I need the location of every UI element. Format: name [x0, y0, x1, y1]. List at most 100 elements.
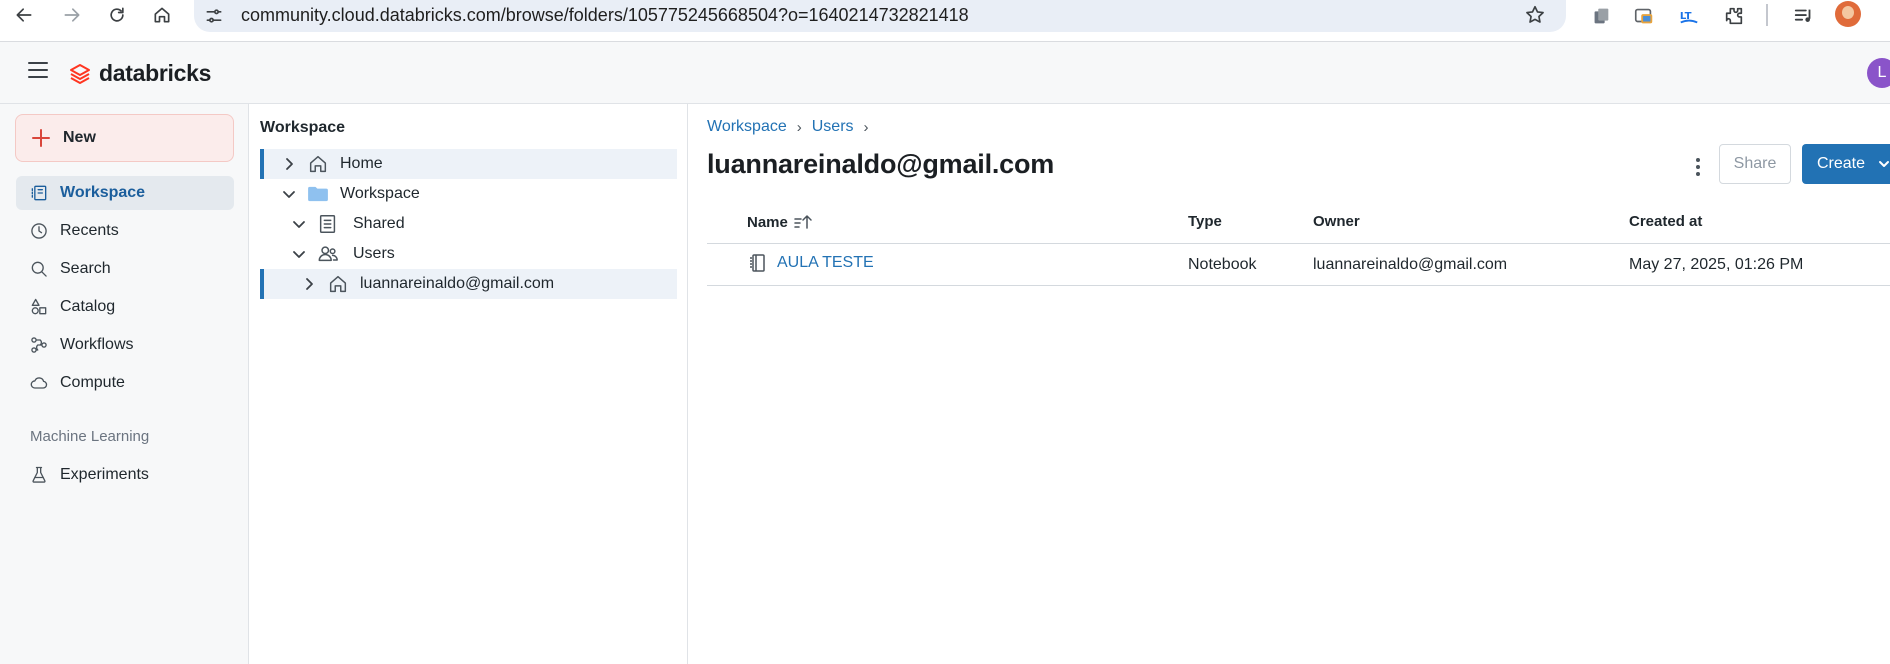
brand-name: databricks [99, 60, 212, 86]
url-text[interactable]: community.cloud.databricks.com/browse/fo… [241, 5, 969, 25]
sidebar-item-label: Workspace [60, 184, 146, 201]
databricks-logo[interactable]: databricks [68, 60, 211, 87]
sidebar-item-workspace[interactable]: Workspace [16, 176, 234, 210]
share-button[interactable]: Share [1719, 144, 1791, 184]
chevron-down-icon[interactable] [291, 216, 307, 232]
cell-created: May 27, 2025, 01:26 PM [1629, 256, 1804, 273]
column-header-name[interactable]: Name [747, 213, 813, 231]
sidebar-item-search[interactable]: Search [16, 252, 234, 286]
languagetool-icon[interactable]: LT [1675, 2, 1703, 30]
table-header: Name Type Owner Created at [707, 202, 1890, 244]
page-title: luannareinaldo@gmail.com [707, 149, 1055, 179]
more-options-icon[interactable] [1686, 152, 1710, 182]
cell-type: Notebook [1188, 256, 1257, 273]
arrow-left-icon [16, 8, 32, 22]
menu-icon[interactable] [28, 62, 50, 84]
cell-owner: luannareinaldo@gmail.com [1313, 256, 1508, 273]
address-bar[interactable]: community.cloud.databricks.com/browse/fo… [194, 0, 1566, 32]
tree-item-users[interactable]: Users [260, 239, 677, 269]
column-header-created[interactable]: Created at [1629, 213, 1702, 230]
bookmark-star-icon[interactable] [1524, 4, 1548, 28]
tree-item-shared[interactable]: Shared [260, 209, 677, 239]
back-button[interactable] [8, 0, 40, 30]
notebook-link[interactable]: AULA TESTE [777, 254, 874, 272]
home-icon [327, 273, 349, 295]
tree-item-workspace[interactable]: Workspace [260, 179, 677, 209]
reload-button[interactable] [101, 0, 133, 30]
search-icon [28, 258, 50, 280]
notebook-icon [747, 253, 767, 273]
tree-item-user-folder[interactable]: luannareinaldo@gmail.com [260, 269, 677, 299]
sidebar-item-label: Compute [60, 374, 125, 391]
tree-item-label: Users [353, 245, 395, 262]
catalog-icon [28, 296, 50, 318]
chevron-down-icon[interactable] [291, 246, 307, 262]
site-info-icon[interactable] [204, 6, 224, 26]
plus-icon [32, 129, 50, 147]
user-avatar[interactable]: L [1867, 58, 1890, 88]
sidebar-item-workflows[interactable]: Workflows [16, 328, 234, 362]
sidebar-item-experiments[interactable]: Experiments [16, 458, 234, 492]
tree-item-label: Shared [353, 215, 405, 232]
folder-icon [307, 183, 329, 205]
extensions-puzzle-icon[interactable] [1720, 2, 1748, 30]
create-button[interactable]: Create [1802, 144, 1890, 184]
workspace-tree-panel: Workspace Home Workspace Shared Users lu… [250, 104, 688, 664]
arrow-right-icon [64, 8, 80, 22]
new-button[interactable]: New [15, 114, 234, 162]
breadcrumb: Workspace › Users › [707, 118, 879, 136]
left-sidebar: New Workspace Recents Search Catalog Wor… [0, 104, 249, 664]
home-icon [307, 153, 329, 175]
breadcrumb-users[interactable]: Users [812, 118, 854, 136]
extension-copy-icon[interactable] [1587, 2, 1615, 30]
create-button-label: Create [1817, 155, 1866, 172]
tree-item-label: Home [340, 155, 383, 172]
sidebar-item-label: Catalog [60, 298, 116, 315]
section-machine-learning: Machine Learning [30, 428, 150, 445]
sidebar-item-recents[interactable]: Recents [16, 214, 234, 248]
sort-ascending-icon[interactable] [793, 213, 813, 231]
flask-icon [28, 464, 50, 486]
chevron-down-icon[interactable] [281, 186, 297, 202]
tree-item-label: Workspace [340, 185, 420, 202]
column-header-owner[interactable]: Owner [1313, 213, 1360, 230]
tree-item-home[interactable]: Home [260, 149, 677, 179]
chevron-down-icon[interactable] [1878, 157, 1890, 169]
new-button-label: New [63, 129, 96, 146]
sidebar-item-label: Recents [60, 222, 119, 239]
cloud-icon [28, 372, 50, 394]
extension-image-icon[interactable] [1630, 2, 1658, 30]
home-icon [154, 7, 170, 23]
chevron-right-icon: › [796, 118, 802, 136]
column-header-type[interactable]: Type [1188, 213, 1222, 230]
breadcrumb-workspace[interactable]: Workspace [707, 118, 787, 136]
table-row[interactable]: AULA TESTE Notebook luannareinaldo@gmail… [707, 244, 1890, 286]
sidebar-item-label: Workflows [60, 336, 134, 353]
sidebar-item-catalog[interactable]: Catalog [16, 290, 234, 324]
sidebar-item-label: Search [60, 260, 111, 277]
cell-name: AULA TESTE [747, 253, 874, 273]
sidebar-item-label: Experiments [60, 466, 149, 483]
clock-icon [28, 220, 50, 242]
sidebar-item-compute[interactable]: Compute [16, 366, 234, 400]
media-control-icon[interactable] [1790, 2, 1818, 30]
tree-title: Workspace [260, 119, 346, 136]
reload-icon [110, 7, 124, 22]
home-button[interactable] [146, 0, 178, 30]
toolbar-divider [1766, 4, 1768, 26]
chevron-right-icon: › [863, 118, 869, 136]
workflows-icon [28, 334, 50, 356]
chevron-right-icon[interactable] [301, 276, 317, 292]
items-table: Name Type Owner Created at AULA TESTE No… [707, 202, 1890, 286]
workspace-icon [28, 182, 50, 204]
main-content: Workspace › Users › luannareinaldo@gmail… [689, 104, 1890, 664]
app-header: databricks L [0, 42, 1890, 104]
tree-item-label: luannareinaldo@gmail.com [360, 275, 555, 292]
browser-toolbar: community.cloud.databricks.com/browse/fo… [0, 0, 1890, 42]
users-icon [317, 243, 339, 265]
shared-folder-icon [317, 213, 339, 235]
browser-profile-avatar[interactable] [1835, 1, 1861, 27]
forward-button[interactable] [56, 0, 88, 30]
databricks-logo-icon [70, 63, 90, 84]
chevron-right-icon[interactable] [281, 156, 297, 172]
